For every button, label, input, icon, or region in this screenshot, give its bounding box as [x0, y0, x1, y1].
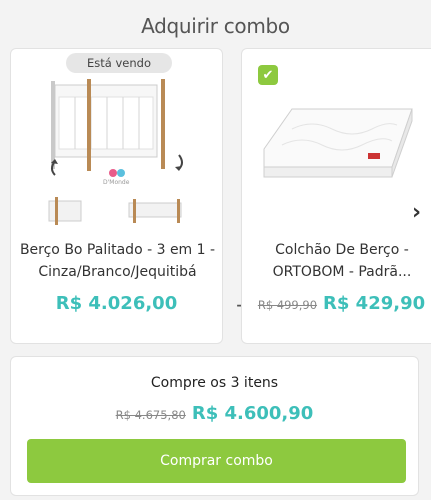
chevron-right-icon[interactable]: ›	[412, 200, 421, 225]
buy-combo-button[interactable]: Comprar combo	[27, 439, 406, 483]
product-name[interactable]: Berço Bo Palitado - 3 em 1 - Cinza/Branc…	[19, 239, 216, 283]
crib-image	[48, 79, 183, 225]
product-price: R$ 429,90	[323, 293, 426, 314]
summary-title: Compre os 3 itens	[150, 375, 279, 391]
product-name[interactable]: Colchão De Berço - ORTOBOM - Padrã...	[250, 239, 431, 283]
combo-carousel: Está vendo D'Monde Berço Bo Palitado - 3…	[10, 48, 431, 346]
product-price: R$ 4.026,00	[55, 293, 178, 314]
product-card-mattress[interactable]: ✔ Colchão De Berço - ORTOBOM - Padrã... …	[241, 48, 431, 344]
crib-brand-logo: D'Monde	[103, 179, 130, 186]
mattress-image	[263, 108, 413, 178]
product-card-crib[interactable]: Está vendo D'Monde Berço Bo Palitado - 3…	[10, 48, 223, 344]
combo-summary: Compre os 3 itens R$ 4.675,80 R$ 4.600,9…	[10, 356, 419, 496]
old-price: R$ 499,90	[257, 298, 318, 312]
summary-old-price: R$ 4.675,80	[115, 408, 186, 422]
summary-price: R$ 4.600,90	[191, 403, 314, 424]
page-title: Adquirir combo	[141, 14, 290, 38]
